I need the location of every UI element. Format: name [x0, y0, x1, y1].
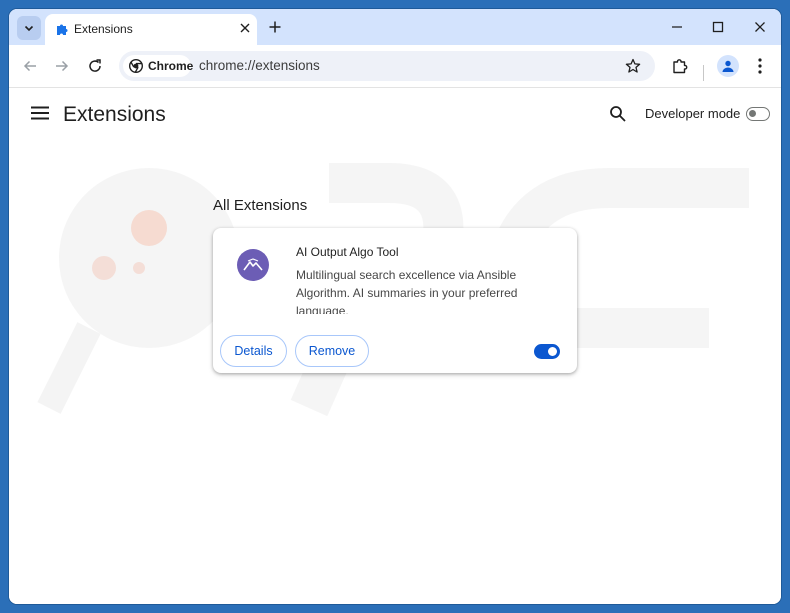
extension-description: Multilingual search excellence via Ansib… [296, 268, 518, 314]
page-title: Extensions [63, 103, 166, 126]
puzzle-outline-icon [673, 59, 688, 74]
maximize-icon [712, 21, 724, 33]
tab-title: Extensions [74, 22, 133, 36]
chrome-logo-icon [129, 59, 143, 73]
developer-mode-label: Developer mode [645, 106, 741, 121]
forward-button[interactable] [52, 56, 72, 76]
url-text[interactable]: chrome://extensions [199, 58, 320, 73]
chip-label: Chrome [148, 59, 194, 73]
extension-name: AI Output Algo Tool [296, 245, 399, 259]
tab-strip: Extensions [9, 9, 781, 45]
close-tab-icon[interactable] [237, 20, 253, 36]
person-icon [722, 60, 734, 72]
browser-toolbar: Chrome chrome://extensions [9, 45, 781, 88]
remove-button[interactable]: Remove [295, 335, 369, 367]
extension-card: AI Output Algo Tool Multilingual search … [213, 228, 577, 373]
profile-avatar[interactable] [717, 55, 739, 77]
tab-search-button[interactable] [17, 16, 41, 40]
bookmark-button[interactable] [624, 57, 642, 75]
developer-mode-toggle[interactable] [746, 107, 770, 121]
minimize-button[interactable] [668, 18, 686, 36]
address-bar[interactable]: Chrome chrome://extensions [119, 51, 655, 81]
site-info-chip[interactable]: Chrome [123, 55, 194, 77]
puzzle-icon [57, 24, 68, 35]
arrow-right-icon [56, 60, 69, 72]
star-icon [625, 58, 641, 73]
more-menu-button[interactable] [749, 55, 771, 77]
extensions-page: Extensions Developer mode All Extensions… [9, 88, 781, 604]
toolbar-divider [703, 65, 704, 81]
reload-button[interactable] [85, 56, 105, 76]
details-button[interactable]: Details [220, 335, 287, 367]
extension-enable-toggle[interactable] [534, 344, 560, 359]
mountain-icon [237, 249, 269, 281]
reload-icon [89, 59, 101, 72]
new-tab-button[interactable] [266, 18, 284, 36]
back-button[interactable] [20, 56, 40, 76]
plus-icon [269, 21, 281, 33]
arrow-left-icon [23, 60, 36, 72]
extensions-menu-button[interactable] [669, 55, 691, 77]
maximize-button[interactable] [709, 18, 727, 36]
more-vert-icon [758, 58, 762, 74]
chevron-down-icon [24, 25, 34, 32]
minimize-icon [672, 26, 682, 28]
toggle-knob [548, 347, 557, 356]
tab-extensions[interactable]: Extensions [45, 14, 257, 45]
browser-window: Extensions Chrome chrome://extensions Ex… [9, 9, 781, 604]
search-icon[interactable] [609, 105, 627, 123]
toggle-knob [749, 110, 756, 117]
menu-icon[interactable] [31, 106, 49, 120]
close-icon [755, 22, 765, 32]
section-title: All Extensions [213, 197, 308, 214]
close-window-button[interactable] [751, 18, 769, 36]
